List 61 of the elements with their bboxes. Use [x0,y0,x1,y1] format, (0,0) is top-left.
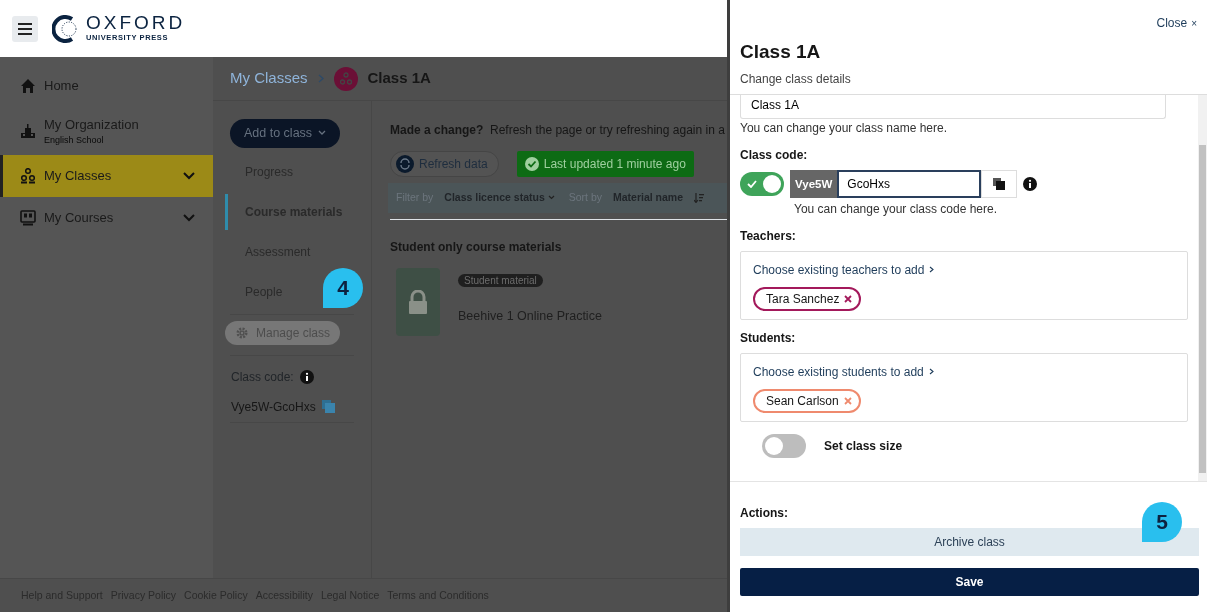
page-title: Class 1A [367,68,431,89]
chevron-right-icon [929,266,935,273]
sidebar-item-label: My Classes [44,168,112,184]
scrollbar-thumb[interactable] [1199,144,1206,473]
person-chip[interactable]: Sean Carlson [753,388,861,413]
chevron-right-icon [317,74,324,83]
info-icon[interactable] [1023,176,1038,191]
logo-text: OXFORD [86,13,186,33]
class-code-label: Class code: [740,146,809,164]
menu-icon [18,22,32,35]
chevron-down-icon [318,130,327,137]
sidebar-item[interactable]: My Classes [0,155,213,197]
class-code-help-text: You can change your class code here. [794,200,999,218]
info-icon[interactable] [299,369,314,384]
class-size-toggle[interactable] [762,433,806,458]
class-code-field[interactable]: GcoHxs [837,169,982,198]
sidebar-item[interactable]: My Courses [0,197,213,239]
sidebar-item-sublabel: English School [44,134,105,147]
choose-teachers-link[interactable]: Choose existing teachers to add [753,260,935,279]
teachers-label: Teachers: [740,227,797,245]
menu-button[interactable] [12,15,38,42]
copy-button[interactable] [981,169,1018,198]
class-name-field[interactable]: Class 1A [740,94,1166,119]
copy-icon[interactable] [321,400,335,414]
home-icon [20,78,36,94]
sidebar-item-label: Home [44,78,79,94]
sidebar-item-label: My Organization [44,115,140,134]
class-size-label: Set class size [824,437,903,455]
breadcrumb-link[interactable]: My Classes [230,67,308,90]
students-label: Students: [740,329,797,347]
add-to-class-button[interactable]: Add to class [230,119,341,148]
material-tag: Student material [458,273,543,287]
remove-icon[interactable] [844,294,853,303]
class-code-text: Vye5W-GcoHxs [231,398,316,416]
refresh-icon [396,155,414,173]
padlock-icon [408,289,428,314]
check-circle-icon [524,157,539,171]
check-icon [747,179,757,188]
save-button[interactable]: Save [740,567,1199,596]
sidebar-item[interactable]: My Organization English School [0,107,213,155]
copy-icon [993,177,1006,190]
sidebar-item[interactable]: Home [0,65,213,107]
class-name-help-text: You can change your class name here. [740,119,949,137]
close-button[interactable]: Close × [1156,14,1197,32]
book-screen-icon [20,210,36,226]
chevron-right-icon [928,368,934,375]
school-building-icon [20,123,36,139]
panel-subtitle: Change class details [740,70,852,88]
people-group-icon [20,168,36,184]
chevron-down-icon [547,195,555,201]
section-title: Student only course materials [390,238,563,256]
people-group-icon [338,71,353,86]
class-code-prefix: Vye5W [790,169,838,198]
person-chip[interactable]: Tara Sanchez [753,286,862,311]
logo-emblem-icon [52,14,80,43]
last-updated-status: Last updated 1 minute ago [516,151,694,177]
sort-icon[interactable] [694,192,705,203]
sidebar-item-label: My Courses [44,210,114,226]
choose-students-link[interactable]: Choose existing students to add [753,362,934,381]
panel-title: Class 1A [740,40,822,64]
class-code-toggle[interactable] [740,171,784,196]
